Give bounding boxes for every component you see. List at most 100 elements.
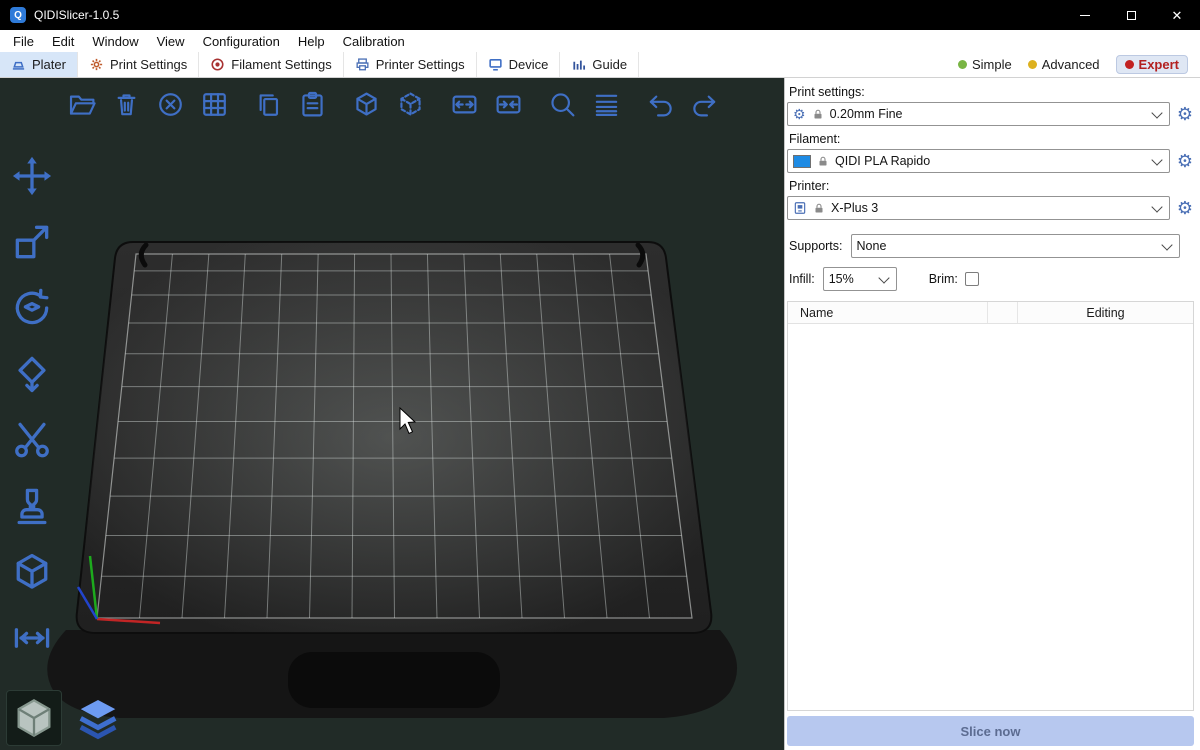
tab-label: Guide — [592, 57, 627, 72]
search-icon — [548, 90, 577, 119]
device-icon — [488, 57, 503, 72]
split-parts-icon — [494, 90, 523, 119]
split-parts-button[interactable] — [488, 84, 528, 124]
guide-icon — [571, 57, 586, 72]
maximize-icon — [1127, 11, 1136, 20]
copy-button[interactable] — [248, 84, 288, 124]
supports-combo[interactable]: None — [851, 234, 1180, 258]
infill-combo[interactable]: 15% — [823, 267, 897, 291]
app-logo-icon: Q — [10, 7, 26, 23]
tab-print-settings[interactable]: Print Settings — [78, 52, 199, 77]
filament-row: QIDI PLA Rapido ⚙ — [787, 149, 1196, 173]
main-area: Print settings: ⚙ 0.20mm Fine ⚙ Filament… — [0, 78, 1200, 750]
preview-button[interactable] — [70, 690, 126, 746]
place-on-face-button[interactable] — [6, 348, 58, 400]
tab-bar: Plater Print Settings Filament Settings Pri… — [0, 52, 1200, 78]
tab-guide[interactable]: Guide — [560, 52, 639, 77]
object-list-body[interactable] — [788, 324, 1193, 710]
add-instance-button[interactable] — [346, 84, 386, 124]
supports-row: Supports: None — [787, 234, 1196, 258]
infill-label: Infill: — [789, 272, 815, 286]
variable-layer-height-button[interactable] — [586, 84, 626, 124]
print-settings-icon — [89, 57, 104, 72]
scale-button[interactable] — [6, 216, 58, 268]
minimize-icon — [1080, 15, 1090, 16]
tab-label: Printer Settings — [376, 57, 465, 72]
menu-window[interactable]: Window — [83, 34, 147, 49]
mode-label: Expert — [1139, 57, 1179, 72]
arrange-button[interactable] — [194, 84, 234, 124]
split-objects-button[interactable] — [444, 84, 484, 124]
undo-button[interactable] — [640, 84, 680, 124]
menu-view[interactable]: View — [148, 34, 194, 49]
editor-3d-button[interactable] — [6, 690, 62, 746]
arrange-icon — [200, 90, 229, 119]
filament-combo[interactable]: QIDI PLA Rapido — [787, 149, 1170, 173]
mode-dot-icon — [1028, 60, 1037, 69]
tab-label: Print Settings — [110, 57, 187, 72]
filament-value: QIDI PLA Rapido — [835, 154, 930, 168]
add-instance-icon — [352, 90, 381, 119]
print-settings-gear-button[interactable]: ⚙ — [1174, 102, 1196, 126]
mode-selector: Simple Advanced Expert — [958, 52, 1200, 77]
bed-scene — [0, 78, 784, 750]
print-settings-combo[interactable]: ⚙ 0.20mm Fine — [787, 102, 1170, 126]
move-button[interactable] — [6, 150, 58, 202]
printer-icon — [793, 201, 807, 215]
paint-supports-icon — [10, 484, 54, 528]
measure-button[interactable] — [6, 612, 58, 664]
paste-button[interactable] — [292, 84, 332, 124]
search-button[interactable] — [542, 84, 582, 124]
minimize-button[interactable] — [1062, 0, 1108, 30]
mode-dot-icon — [1125, 60, 1134, 69]
tab-device[interactable]: Device — [477, 52, 561, 77]
menu-bar: FileEditWindowViewConfigurationHelpCalib… — [0, 30, 1200, 52]
menu-calibration[interactable]: Calibration — [334, 34, 414, 49]
tab-label: Device — [509, 57, 549, 72]
supports-label: Supports: — [789, 239, 843, 253]
printer-combo[interactable]: X-Plus 3 — [787, 196, 1170, 220]
delete-button[interactable] — [106, 84, 146, 124]
menu-configuration[interactable]: Configuration — [194, 34, 289, 49]
tab-filament-settings[interactable]: Filament Settings — [199, 52, 343, 77]
chevron-down-icon — [1152, 109, 1162, 119]
delete-all-button[interactable] — [150, 84, 190, 124]
filament-color-swatch — [793, 155, 811, 168]
close-button[interactable]: ✕ — [1154, 0, 1200, 30]
seam-icon — [10, 550, 54, 594]
menu-edit[interactable]: Edit — [43, 34, 83, 49]
3d-viewport[interactable] — [0, 78, 784, 750]
object-list-header: Name Editing — [788, 302, 1193, 324]
infill-row: Infill: 15% Brim: — [787, 267, 1196, 291]
seam-button[interactable] — [6, 546, 58, 598]
filament-settings-icon — [210, 57, 225, 72]
slice-now-button[interactable]: Slice now — [787, 716, 1194, 746]
paint-supports-button[interactable] — [6, 480, 58, 532]
printer-label: Printer: — [789, 179, 1196, 193]
editor-3d-icon — [11, 695, 57, 741]
filament-gear-button[interactable]: ⚙ — [1174, 149, 1196, 173]
menu-file[interactable]: File — [4, 34, 43, 49]
rotate-button[interactable] — [6, 282, 58, 334]
place-on-face-icon — [10, 352, 54, 396]
brim-checkbox[interactable] — [965, 272, 979, 286]
cut-button[interactable] — [6, 414, 58, 466]
printer-gear-button[interactable]: ⚙ — [1174, 196, 1196, 220]
redo-button[interactable] — [684, 84, 724, 124]
tab-plater[interactable]: Plater — [0, 52, 78, 77]
title-bar: Q QIDISlicer-1.0.5 ✕ — [0, 0, 1200, 30]
object-list-header-mid — [988, 302, 1018, 323]
maximize-button[interactable] — [1108, 0, 1154, 30]
tab-printer-settings[interactable]: Printer Settings — [344, 52, 477, 77]
tab-label: Plater — [32, 57, 66, 72]
paste-icon — [298, 90, 327, 119]
remove-instance-button[interactable] — [390, 84, 430, 124]
mode-expert[interactable]: Expert — [1116, 55, 1188, 74]
printer-value: X-Plus 3 — [831, 201, 878, 215]
chevron-down-icon — [1152, 156, 1162, 166]
mode-simple[interactable]: Simple — [958, 57, 1012, 72]
open-button[interactable] — [62, 84, 102, 124]
preview-icon — [75, 695, 121, 741]
mode-advanced[interactable]: Advanced — [1028, 57, 1100, 72]
menu-help[interactable]: Help — [289, 34, 334, 49]
